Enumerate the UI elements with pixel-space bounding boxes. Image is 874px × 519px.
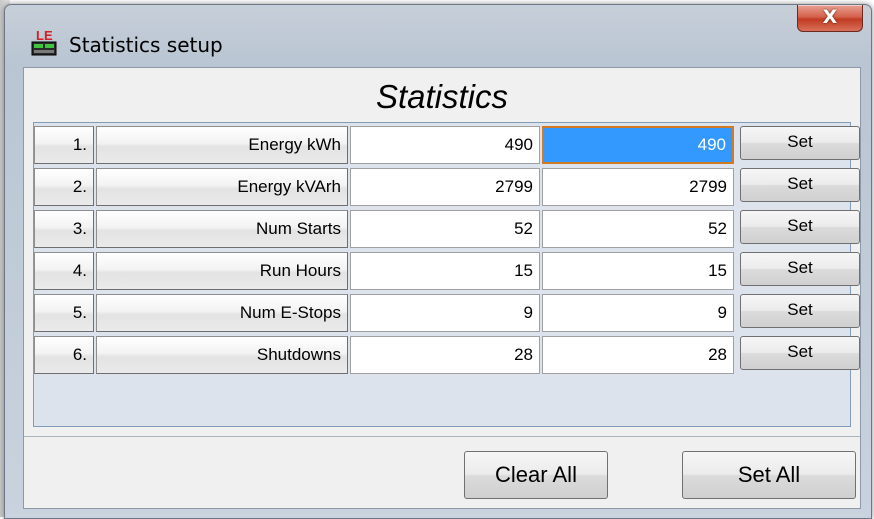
current-value: 2799 [350,168,540,206]
button-bar: Clear All Set All [24,436,860,509]
statistic-name: Energy kVArh [96,168,348,206]
set-button[interactable]: Set [740,336,860,370]
new-value-input[interactable]: 490 [542,126,734,164]
statistic-name: Shutdowns [96,336,348,374]
current-value: 490 [350,126,540,164]
clear-all-button[interactable]: Clear All [464,451,608,499]
new-value-input[interactable]: 52 [542,210,734,248]
current-value: 15 [350,252,540,290]
row-number: 5. [34,294,94,332]
table-row: 1. Energy kWh 490 490 Set [34,126,860,166]
statistics-grid: 1. Energy kWh 490 490 Set 2. Energy kVAr… [33,122,860,427]
statistic-name: Num E-Stops [96,294,348,332]
dialog-body: Statistics 1. Energy kWh 490 490 Set 2. … [23,67,861,509]
new-value-input[interactable]: 28 [542,336,734,374]
title-bar[interactable]: L E Statistics setup X [5,5,871,71]
current-value: 52 [350,210,540,248]
row-number: 1. [34,126,94,164]
row-number: 3. [34,210,94,248]
table-row: 6. Shutdowns 28 28 Set [34,336,860,376]
set-button[interactable]: Set [740,252,860,286]
close-icon: X [822,6,838,28]
statistic-name: Run Hours [96,252,348,290]
statistic-name: Num Starts [96,210,348,248]
table-row: 4. Run Hours 15 15 Set [34,252,860,292]
statistic-name: Energy kWh [96,126,348,164]
new-value-input[interactable]: 2799 [542,168,734,206]
table-row: 2. Energy kVArh 2799 2799 Set [34,168,860,208]
row-number: 6. [34,336,94,374]
page-title: Statistics [375,78,509,115]
set-button[interactable]: Set [740,294,860,328]
le-app-icon: L E [31,28,57,56]
new-value-input[interactable]: 9 [542,294,734,332]
current-value: 28 [350,336,540,374]
row-number: 2. [34,168,94,206]
svg-text:L: L [36,28,44,43]
row-number: 4. [34,252,94,290]
set-button[interactable]: Set [740,126,860,160]
set-button[interactable]: Set [740,210,860,244]
new-value-input[interactable]: 15 [542,252,734,290]
table-row: 5. Num E-Stops 9 9 Set [34,294,860,334]
current-value: 9 [350,294,540,332]
statistics-setup-dialog: L E Statistics setup X Statistics 1. Ene… [4,4,872,519]
table-row: 3. Num Starts 52 52 Set [34,210,860,250]
set-button[interactable]: Set [740,168,860,202]
set-all-button[interactable]: Set All [682,451,856,499]
close-button[interactable]: X [797,5,863,32]
window-title: Statistics setup [69,33,223,57]
svg-text:E: E [44,28,53,43]
